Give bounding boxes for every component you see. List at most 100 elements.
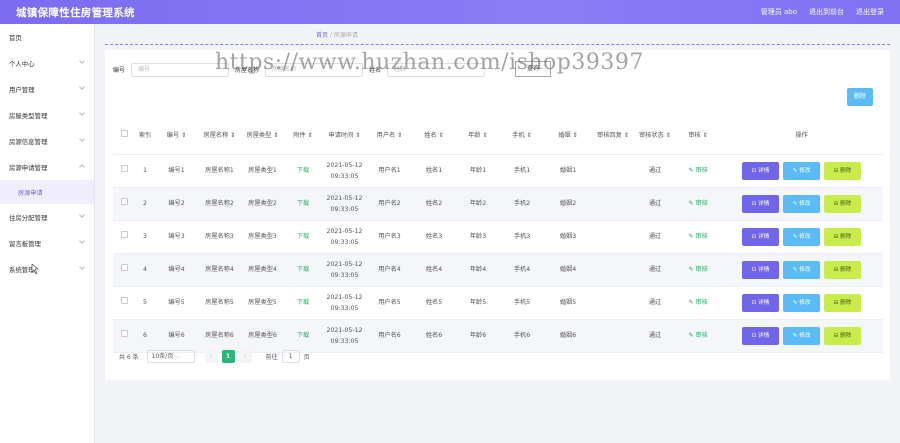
row-select-cell — [113, 154, 135, 188]
detail-button[interactable]: ⊡ 详情 — [742, 227, 779, 246]
chevron-down-icon — [79, 110, 85, 116]
page-size-select[interactable]: 10条/页 ⌄ — [146, 350, 195, 363]
table-row: 6 编号6 房屋名称6 房屋类型6 下载 2021-05-12 09:33:05 用户名6 姓… — [113, 319, 883, 353]
column-header[interactable]: 审核回复 ⇕ — [592, 118, 634, 155]
row-actions: ⊡ 详情 ✎ 修改 ⊟ 删除 — [720, 253, 883, 287]
column-header[interactable]: 编号 ⇕ — [155, 118, 198, 155]
row-checkbox[interactable] — [120, 330, 128, 337]
chevron-down-icon — [79, 238, 85, 244]
current-page-button[interactable]: 1 — [221, 350, 235, 363]
prev-page-button[interactable]: ‹ — [204, 350, 218, 363]
row-audit-link[interactable]: ✎ 审核 — [676, 286, 720, 320]
sidebar-subitem-house-application[interactable]: 房源申请 — [0, 180, 94, 204]
column-header[interactable]: 审核 ⇕ — [676, 118, 720, 155]
sidebar-item-system-management[interactable]: 系统管理 — [0, 256, 94, 282]
top-bar: 城镇保障性住房管理系统 管理员 abo 退出到前台 退出登录 — [0, 0, 900, 24]
column-header[interactable]: 房屋名称 ⇕ — [198, 118, 241, 155]
row-select-cell — [113, 286, 135, 320]
chevron-down-icon — [79, 136, 85, 142]
row-checkbox[interactable] — [120, 297, 128, 304]
batch-delete-button[interactable]: 删除 — [847, 88, 873, 106]
row-phone: 手机3 — [500, 220, 544, 254]
sidebar-item-personal-center[interactable]: 个人中心 — [0, 50, 94, 76]
detail-button[interactable]: ⊡ 详情 — [742, 326, 779, 345]
row-checkbox[interactable] — [120, 264, 128, 271]
row-attachment-link[interactable]: 下载 — [284, 286, 322, 320]
detail-button[interactable]: ⊡ 详情 — [742, 161, 779, 180]
column-header[interactable]: 姓名 ⇕ — [412, 118, 456, 155]
edit-button[interactable]: ✎ 修改 — [783, 260, 820, 279]
row-actions: ⊡ 详情 ✎ 修改 ⊟ 删除 — [720, 187, 883, 221]
select-all-checkbox[interactable] — [120, 130, 128, 138]
column-header[interactable]: 房屋类型 ⇕ — [241, 118, 284, 155]
edit-button[interactable]: ✎ 修改 — [783, 161, 820, 180]
sidebar-item-message-board-management[interactable]: 留言板管理 — [0, 230, 94, 256]
delete-button[interactable]: ⊟ 删除 — [824, 161, 861, 180]
row-attachment-link[interactable]: 下载 — [284, 187, 322, 221]
row-house-type: 房屋类型3 — [241, 220, 284, 254]
goto-page-input[interactable]: 1 — [281, 350, 300, 363]
column-header[interactable]: 用户名 ⇕ — [367, 118, 412, 155]
delete-button[interactable]: ⊟ 删除 — [824, 227, 861, 246]
sidebar-item-label: 留言板管理 — [9, 239, 41, 248]
row-index: 2 — [135, 187, 155, 221]
admin-user-link[interactable]: 管理员 abo — [761, 7, 797, 17]
top-links: 管理员 abo 退出到前台 退出登录 — [761, 7, 884, 17]
row-age: 年龄5 — [456, 286, 500, 320]
sidebar-item-house-application-management[interactable]: 房源申请管理 — [0, 154, 94, 180]
row-attachment-link[interactable]: 下载 — [284, 154, 322, 188]
delete-button[interactable]: ⊟ 删除 — [824, 194, 861, 213]
column-header[interactable]: 附件 ⇕ — [284, 118, 322, 155]
edit-button[interactable]: ✎ 修改 — [783, 194, 820, 213]
edit-button[interactable]: ✎ 修改 — [783, 227, 820, 246]
row-audit-link[interactable]: ✎ 审核 — [676, 154, 720, 188]
edit-button[interactable]: ✎ 修改 — [783, 326, 820, 345]
column-header[interactable]: 婚姻 ⇕ — [544, 118, 592, 155]
row-checkbox[interactable] — [120, 198, 128, 205]
row-house-type: 房屋类型6 — [241, 319, 284, 353]
row-attachment-link[interactable]: 下载 — [284, 253, 322, 287]
edit-button[interactable]: ✎ 修改 — [783, 293, 820, 312]
sidebar-item-label: 房屋类型管理 — [9, 111, 48, 120]
row-username: 用户名6 — [367, 319, 412, 353]
row-checkbox[interactable] — [120, 231, 128, 238]
logout-link[interactable]: 退出登录 — [856, 7, 884, 17]
column-header[interactable]: 年龄 ⇕ — [456, 118, 500, 155]
row-attachment-link[interactable]: 下载 — [284, 319, 322, 353]
row-apply-time: 2021-05-12 09:33:05 — [322, 187, 367, 221]
row-audit-link[interactable]: ✎ 审核 — [676, 187, 720, 221]
row-phone: 手机6 — [500, 319, 544, 353]
row-audit-link[interactable]: ✎ 审核 — [676, 253, 720, 287]
sidebar-item-housing-allocation-management[interactable]: 住房分配管理 — [0, 204, 94, 230]
delete-button[interactable]: ⊟ 删除 — [824, 326, 861, 345]
table-row: 4 编号4 房屋名称4 房屋类型4 下载 2021-05-12 09:33:05 用户名4 姓… — [113, 253, 883, 287]
sidebar-item-user-management[interactable]: 用户管理 — [0, 76, 94, 102]
detail-button[interactable]: ⊡ 详情 — [742, 293, 779, 312]
breadcrumb-home[interactable]: 首页 — [316, 32, 328, 39]
column-header: 操作 — [720, 118, 883, 155]
row-actions: ⊡ 详情 ✎ 修改 ⊟ 删除 — [720, 286, 883, 320]
row-audit-link[interactable]: ✎ 审核 — [676, 319, 720, 353]
sidebar-item-house-type-management[interactable]: 房屋类型管理 — [0, 102, 94, 128]
row-phone: 手机5 — [500, 286, 544, 320]
row-checkbox[interactable] — [120, 165, 128, 172]
chevron-down-icon — [79, 84, 85, 90]
delete-button[interactable]: ⊟ 删除 — [824, 293, 861, 312]
app-title: 城镇保障性住房管理系统 — [16, 7, 135, 19]
column-header[interactable]: 审核状态 ⇕ — [634, 118, 676, 155]
row-apply-time: 2021-05-12 09:33:05 — [322, 319, 367, 353]
exit-to-frontend-link[interactable]: 退出到前台 — [809, 7, 844, 17]
detail-button[interactable]: ⊡ 详情 — [742, 194, 779, 213]
sidebar-item-house-info-management[interactable]: 房源信息管理 — [0, 128, 94, 154]
row-attachment-link[interactable]: 下载 — [284, 220, 322, 254]
sidebar: 首页 个人中心 用户管理 房屋类型管理 房源信息管理 房源申请管理 房源申请 住… — [0, 24, 95, 443]
delete-button[interactable]: ⊟ 删除 — [824, 260, 861, 279]
detail-button[interactable]: ⊡ 详情 — [742, 260, 779, 279]
row-audit-reply — [592, 154, 634, 188]
column-header[interactable]: 申请时间 ⇕ — [322, 118, 367, 155]
row-audit-link[interactable]: ✎ 审核 — [676, 220, 720, 254]
sidebar-item-home[interactable]: 首页 — [0, 24, 94, 50]
next-page-button[interactable]: › — [238, 350, 252, 363]
column-header[interactable]: 手机 ⇕ — [500, 118, 544, 155]
table-header-row: 索引 编号 ⇕ 房屋名称 ⇕ 房屋类型 ⇕ 附件 ⇕ 申请时间 ⇕ 用户名 ⇕ … — [113, 118, 883, 155]
